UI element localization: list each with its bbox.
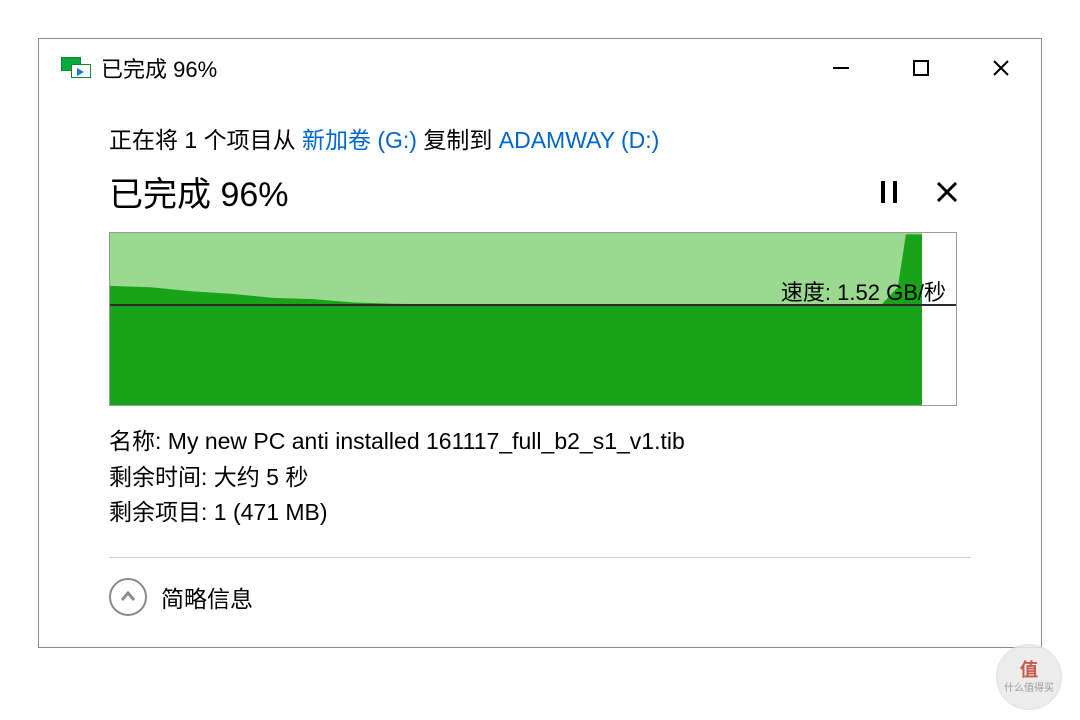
progress-row: 已完成 96% <box>109 167 971 216</box>
footer-row: 简略信息 <box>109 578 971 616</box>
speed-label: 速度: 1.52 GB/秒 <box>781 275 946 307</box>
transfer-middle: 复制到 <box>417 127 499 153</box>
detail-items-value: 1 (471 MB) <box>214 499 328 525</box>
chevron-up-icon[interactable] <box>109 578 147 616</box>
file-copy-dialog: 已完成 96% 正在将 1 个项目从 新加卷 (G:) 复制到 ADAMWAY … <box>38 38 1042 648</box>
source-drive-link[interactable]: 新加卷 (G:) <box>302 127 417 153</box>
window-title: 已完成 96% <box>101 52 217 84</box>
watermark-small: 什么值得买 <box>1004 679 1054 694</box>
cancel-button[interactable] <box>923 168 971 216</box>
divider <box>109 557 971 558</box>
detail-name-label: 名称: <box>109 428 168 454</box>
minimize-button[interactable] <box>801 39 881 97</box>
pause-button[interactable] <box>865 168 913 216</box>
detail-items-row: 剩余项目: 1 (471 MB) <box>109 495 971 531</box>
dialog-content: 正在将 1 个项目从 新加卷 (G:) 复制到 ADAMWAY (D:) 已完成… <box>39 97 1041 616</box>
watermark-badge: 值 什么值得买 <box>996 644 1062 710</box>
detail-name-value: My new PC anti installed 161117_full_b2_… <box>168 428 685 454</box>
watermark-big: 值 <box>1020 661 1038 679</box>
speed-label-prefix: 速度: <box>781 280 837 305</box>
transfer-description: 正在将 1 个项目从 新加卷 (G:) 复制到 ADAMWAY (D:) <box>109 121 971 155</box>
window-buttons <box>801 39 1041 97</box>
maximize-button[interactable] <box>881 39 961 97</box>
progress-heading: 已完成 96% <box>109 167 855 216</box>
copy-app-icon <box>61 57 91 79</box>
speed-value: 1.52 GB/秒 <box>837 280 946 305</box>
detail-time-value: 大约 5 秒 <box>214 464 309 490</box>
speed-chart: 速度: 1.52 GB/秒 <box>109 232 957 406</box>
transfer-prefix: 正在将 1 个项目从 <box>109 127 302 153</box>
dest-drive-link[interactable]: ADAMWAY (D:) <box>499 127 660 153</box>
detail-time-label: 剩余时间: <box>109 464 214 490</box>
titlebar[interactable]: 已完成 96% <box>39 39 1041 97</box>
detail-name-row: 名称: My new PC anti installed 161117_full… <box>109 424 971 460</box>
close-button[interactable] <box>961 39 1041 97</box>
detail-time-row: 剩余时间: 大约 5 秒 <box>109 460 971 496</box>
transfer-details: 名称: My new PC anti installed 161117_full… <box>109 424 971 531</box>
chart-series <box>110 233 922 405</box>
toggle-details-button[interactable]: 简略信息 <box>161 580 253 614</box>
detail-items-label: 剩余项目: <box>109 499 214 525</box>
